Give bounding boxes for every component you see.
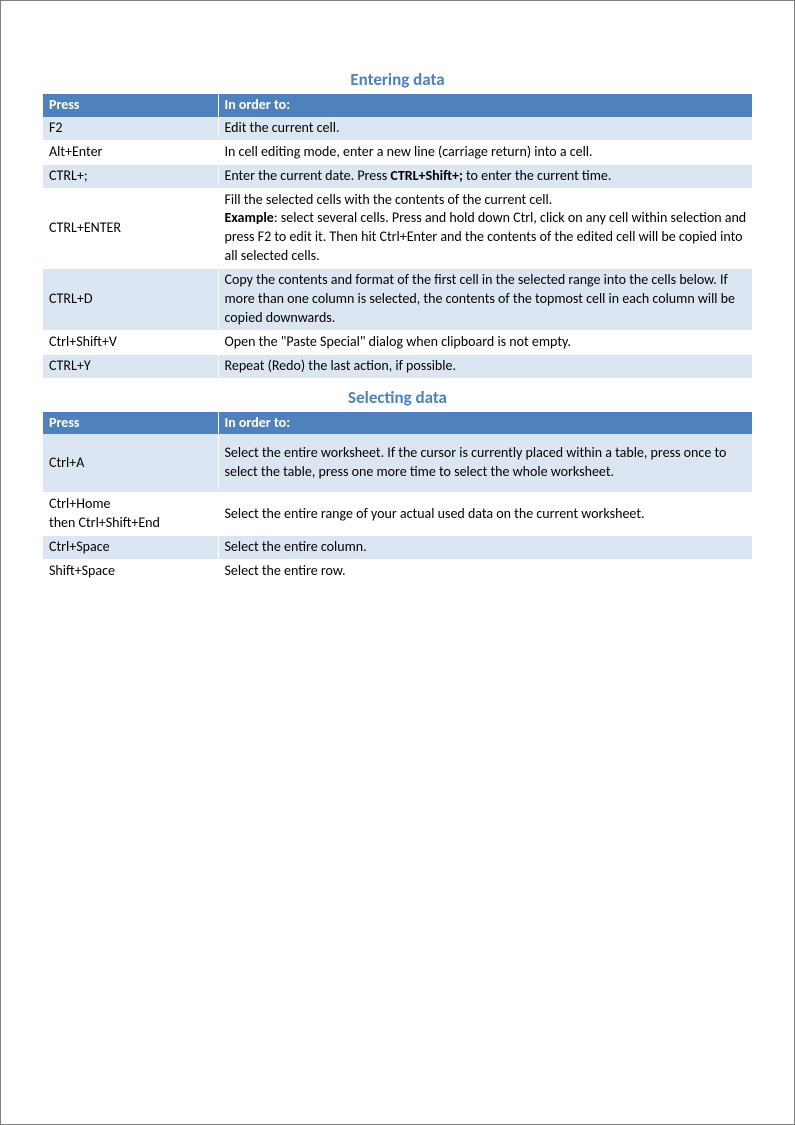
cell-press: Ctrl+A bbox=[43, 434, 218, 492]
table-entering-data: Press In order to: F2 Edit the current c… bbox=[43, 94, 752, 379]
cell-desc: In cell editing mode, enter a new line (… bbox=[218, 140, 752, 164]
cell-press: CTRL+ENTER bbox=[43, 188, 218, 269]
table-row: Alt+Enter In cell editing mode, enter a … bbox=[43, 140, 752, 164]
text-line: then Ctrl+Shift+End bbox=[49, 514, 214, 533]
cell-desc: Select the entire worksheet. If the curs… bbox=[218, 434, 752, 492]
table-row: F2 Edit the current cell. bbox=[43, 117, 752, 140]
cell-press: Shift+Space bbox=[43, 559, 218, 583]
header-desc: In order to: bbox=[218, 94, 752, 117]
cell-desc: Select the entire row. bbox=[218, 559, 752, 583]
cell-press: Ctrl+Space bbox=[43, 536, 218, 560]
table-row: Ctrl+Home then Ctrl+Shift+End Select the… bbox=[43, 493, 752, 536]
header-desc: In order to: bbox=[218, 412, 752, 435]
cell-desc: Select the entire range of your actual u… bbox=[218, 493, 752, 536]
section-title-entering-data: Entering data bbox=[43, 69, 752, 90]
section-title-selecting-data: Selecting data bbox=[43, 387, 752, 408]
cell-press: Ctrl+Home then Ctrl+Shift+End bbox=[43, 493, 218, 536]
table-header-row: Press In order to: bbox=[43, 412, 752, 435]
header-press: Press bbox=[43, 412, 218, 435]
cell-press: Ctrl+Shift+V bbox=[43, 330, 218, 354]
table-row: Ctrl+A Select the entire worksheet. If t… bbox=[43, 434, 752, 492]
table-row: Ctrl+Shift+V Open the "Paste Special" di… bbox=[43, 330, 752, 354]
cell-press: CTRL+Y bbox=[43, 354, 218, 378]
cell-press: Alt+Enter bbox=[43, 140, 218, 164]
table-row: CTRL+ENTER Fill the selected cells with … bbox=[43, 188, 752, 269]
text: : select several cells. Press and hold d… bbox=[225, 209, 747, 264]
cell-press: F2 bbox=[43, 117, 218, 140]
table-selecting-data: Press In order to: Ctrl+A Select the ent… bbox=[43, 412, 752, 584]
cell-desc: Select the entire column. bbox=[218, 536, 752, 560]
cell-desc: Fill the selected cells with the content… bbox=[218, 188, 752, 269]
header-press: Press bbox=[43, 94, 218, 117]
cell-press: CTRL+D bbox=[43, 269, 218, 331]
cell-press: CTRL+; bbox=[43, 164, 218, 188]
page: Entering data Press In order to: F2 Edit… bbox=[0, 0, 795, 1125]
text-line: Fill the selected cells with the content… bbox=[225, 191, 749, 210]
cell-desc: Copy the contents and format of the firs… bbox=[218, 269, 752, 331]
text-bold: CTRL+Shift+; bbox=[390, 167, 463, 184]
table-row: Ctrl+Space Select the entire column. bbox=[43, 536, 752, 560]
cell-desc: Repeat (Redo) the last action, if possib… bbox=[218, 354, 752, 378]
cell-desc: Open the "Paste Special" dialog when cli… bbox=[218, 330, 752, 354]
text: Enter the current date. Press bbox=[225, 167, 391, 184]
table-header-row: Press In order to: bbox=[43, 94, 752, 117]
text: to enter the current time. bbox=[463, 167, 612, 184]
cell-desc: Edit the current cell. bbox=[218, 117, 752, 140]
cell-desc: Enter the current date. Press CTRL+Shift… bbox=[218, 164, 752, 188]
text-bold: Example bbox=[225, 209, 274, 226]
text-line: Ctrl+Home bbox=[49, 495, 214, 514]
text-line: Example: select several cells. Press and… bbox=[225, 209, 749, 266]
table-row: CTRL+D Copy the contents and format of t… bbox=[43, 269, 752, 331]
table-row: CTRL+Y Repeat (Redo) the last action, if… bbox=[43, 354, 752, 378]
table-row: Shift+Space Select the entire row. bbox=[43, 559, 752, 583]
table-row: CTRL+; Enter the current date. Press CTR… bbox=[43, 164, 752, 188]
